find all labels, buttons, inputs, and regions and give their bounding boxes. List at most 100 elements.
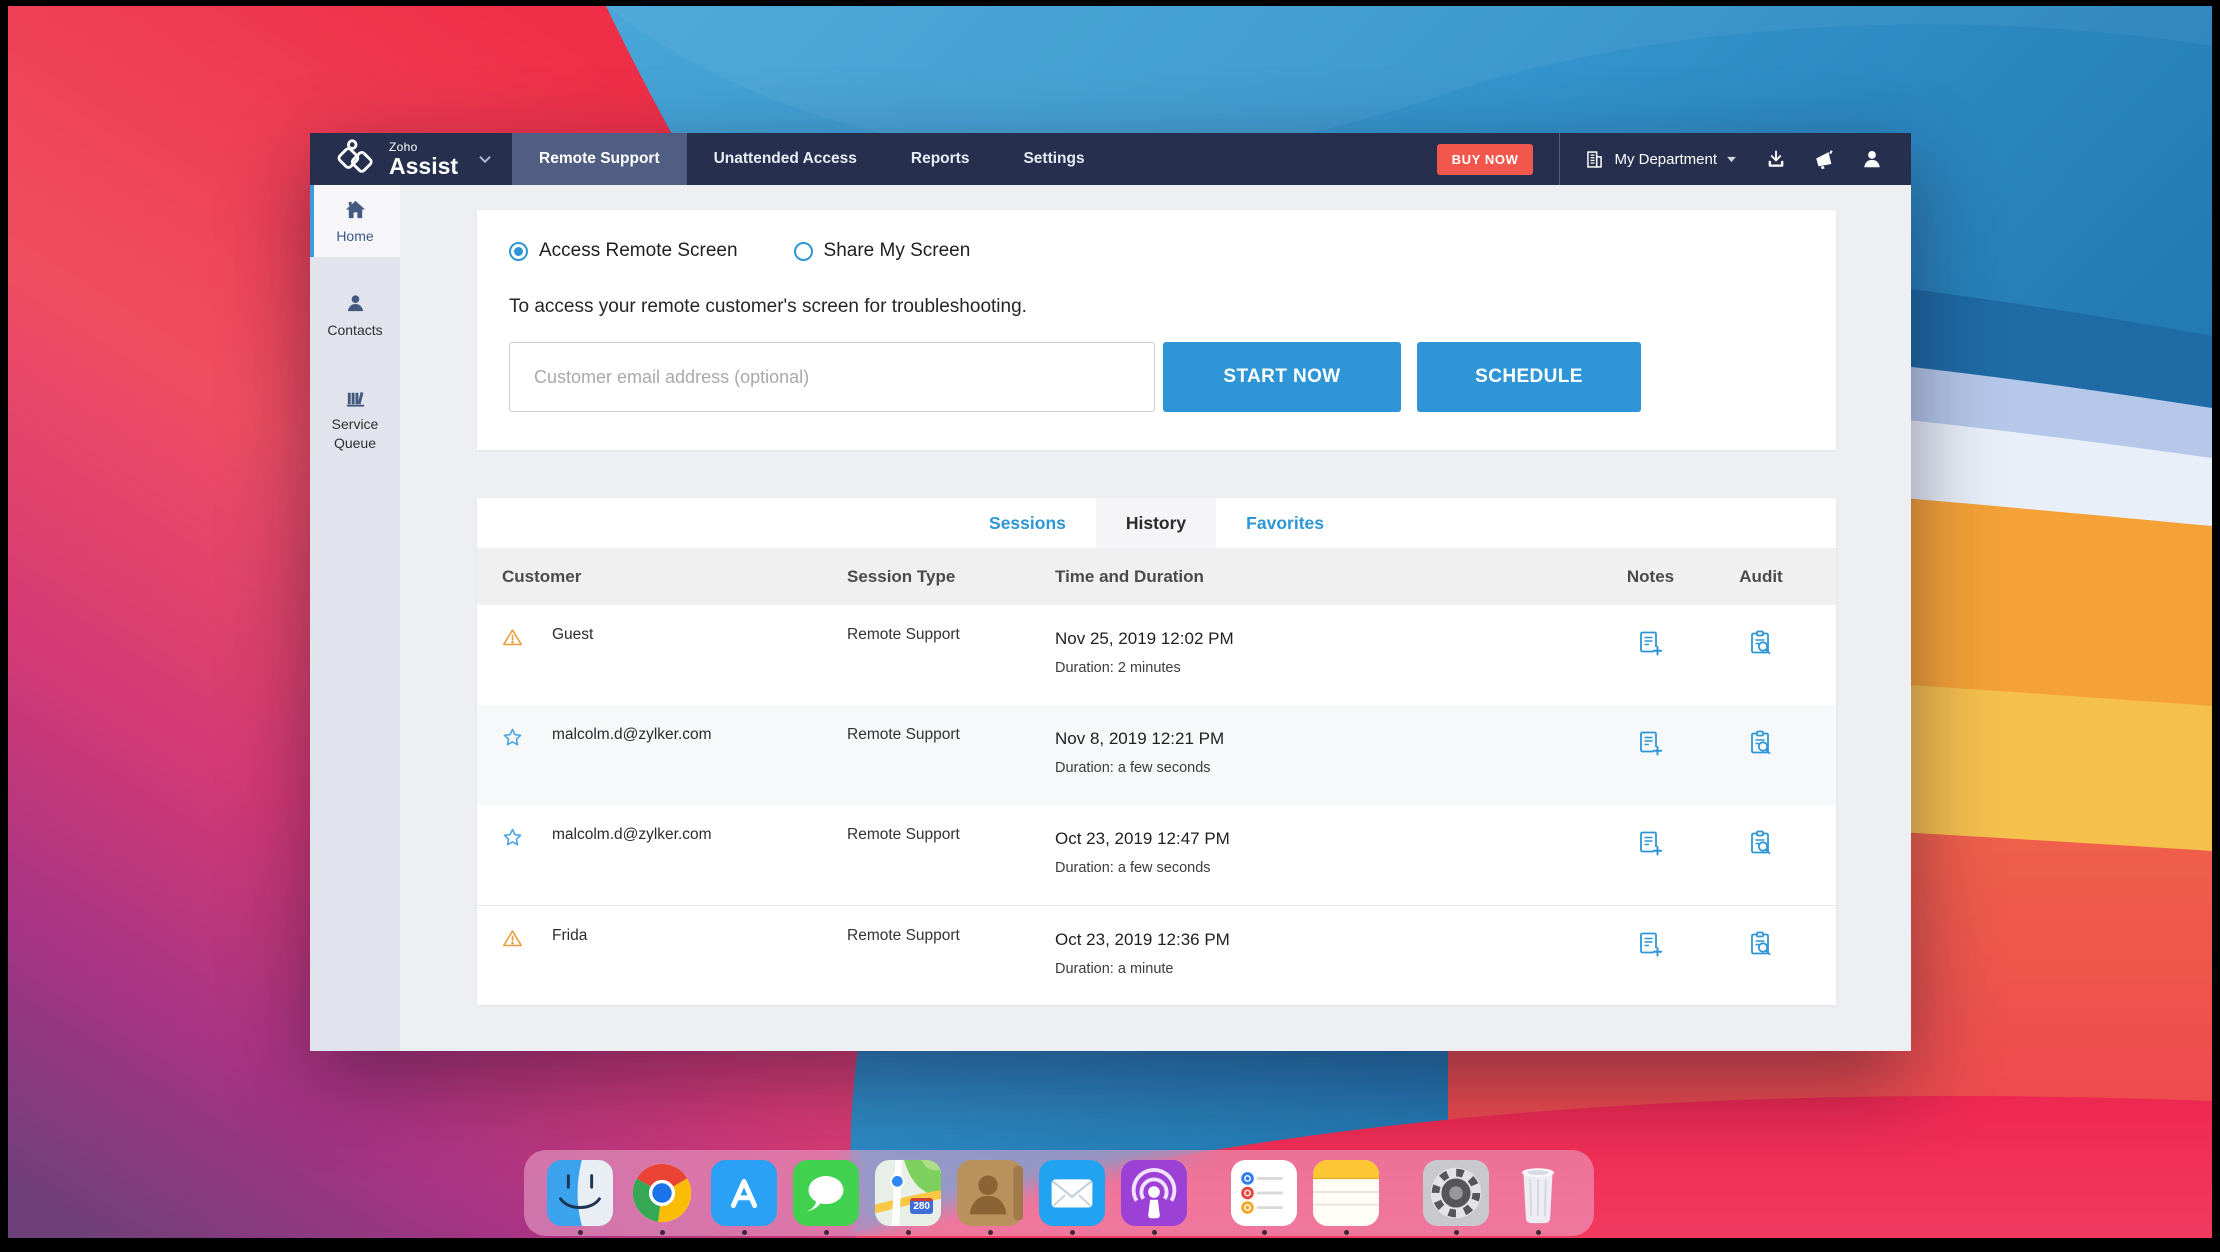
department-building-icon: [1584, 149, 1605, 170]
radio-label: Access Remote Screen: [539, 240, 738, 261]
zoho-assist-logo-icon: [336, 138, 378, 180]
app-window: Zoho Assist Remote Support Unattended Acc…: [310, 133, 1911, 1051]
session-mode-options: Access Remote Screen Share My Screen: [509, 240, 1804, 262]
dock-app-contacts[interactable]: [957, 1160, 1023, 1235]
col-customer: Customer: [502, 566, 582, 586]
table-row[interactable]: malcolm.d@zylker.com Remote Support Oct …: [477, 805, 1836, 905]
sidebar-item-contacts[interactable]: Contacts: [310, 279, 400, 351]
dock-app-mail[interactable]: [1039, 1160, 1105, 1235]
customer-status-icon: [502, 927, 552, 949]
col-session-type: Session Type: [847, 566, 956, 586]
radio-icon: [793, 241, 813, 261]
dock-app-finder[interactable]: [547, 1160, 613, 1235]
dock-app-icon: [1313, 1160, 1379, 1226]
header-right: BUY NOW My Department: [1436, 133, 1911, 185]
account-icon[interactable]: [1861, 148, 1883, 170]
session-type: Remote Support: [847, 826, 960, 843]
add-notes-icon[interactable]: [1637, 830, 1664, 857]
session-type: Remote Support: [847, 626, 960, 643]
dock-app-podcasts[interactable]: [1121, 1160, 1187, 1235]
sidebar: Home Contacts Service Queue: [310, 185, 400, 1051]
dock-app-icon: [1121, 1160, 1187, 1226]
sidebar-item-icon: [344, 198, 367, 221]
view-audit-icon[interactable]: [1748, 830, 1775, 857]
nav-remote-support[interactable]: Remote Support: [512, 133, 687, 185]
sidebar-item-label: Contacts: [327, 322, 383, 339]
session-duration: Duration: a minute: [1055, 961, 1174, 977]
sidebar-item-label: Home: [336, 228, 374, 244]
dock-app-reminders[interactable]: [1231, 1160, 1297, 1235]
add-notes-icon[interactable]: [1637, 630, 1664, 657]
nav-settings[interactable]: Settings: [996, 133, 1111, 185]
radio-share-my-screen[interactable]: Share My Screen: [793, 240, 971, 262]
customer-status-icon: [502, 826, 552, 848]
dock-app-icon: [793, 1160, 859, 1226]
dock-app-system-preferences[interactable]: [1423, 1160, 1489, 1235]
department-label: My Department: [1614, 150, 1717, 168]
sessions-tabs: Sessions History Favorites: [477, 498, 1836, 548]
dock-app-icon: [1423, 1160, 1489, 1226]
customer-status-icon: [502, 626, 552, 648]
add-notes-icon[interactable]: [1637, 931, 1664, 958]
radio-access-remote-screen[interactable]: Access Remote Screen: [509, 240, 738, 262]
session-time: Nov 25, 2019 12:02 PM: [1055, 629, 1234, 648]
tab-favorites[interactable]: Favorites: [1216, 498, 1354, 548]
dock-trash[interactable]: [1505, 1160, 1571, 1235]
view-audit-icon[interactable]: [1748, 730, 1775, 757]
department-selector[interactable]: My Department: [1584, 149, 1737, 170]
dock-app-maps[interactable]: 280: [875, 1160, 941, 1235]
col-audit: Audit: [1739, 566, 1783, 586]
buy-now-button[interactable]: BUY NOW: [1436, 143, 1534, 175]
session-duration: Duration: 2 minutes: [1055, 660, 1181, 676]
tab-history[interactable]: History: [1095, 498, 1217, 548]
radio-icon: [509, 241, 528, 261]
customer-name: malcolm.d@zylker.com: [552, 726, 712, 743]
brand-name: Zoho: [389, 139, 418, 154]
nav-unattended-access[interactable]: Unattended Access: [687, 133, 884, 185]
chevron-down-icon: [1726, 156, 1737, 163]
customer-name: Guest: [552, 626, 594, 643]
radio-label: Share My Screen: [823, 240, 971, 261]
view-audit-icon[interactable]: [1748, 630, 1775, 657]
dock-app-notes[interactable]: [1313, 1160, 1379, 1235]
customer-email-input[interactable]: [509, 342, 1155, 412]
table-row[interactable]: malcolm.d@zylker.com Remote Support Nov …: [477, 705, 1836, 805]
app-header: Zoho Assist Remote Support Unattended Acc…: [310, 133, 1911, 185]
start-now-button[interactable]: START NOW: [1163, 342, 1401, 412]
table-row[interactable]: Frida Remote Support Oct 23, 2019 12:36 …: [477, 905, 1836, 1005]
dock-app-messages[interactable]: [793, 1160, 859, 1235]
main-nav: Remote Support Unattended Access Reports Se…: [512, 133, 1112, 185]
header-divider: [1559, 133, 1561, 185]
add-notes-icon[interactable]: [1637, 730, 1664, 757]
session-duration: Duration: a few seconds: [1055, 860, 1211, 876]
launcher-description: To access your remote customer's screen …: [509, 296, 1027, 317]
schedule-button[interactable]: SCHEDULE: [1417, 342, 1641, 412]
download-icon[interactable]: [1765, 148, 1787, 170]
dock-app-icon: [629, 1160, 695, 1226]
dock: 280: [524, 1150, 1594, 1236]
nav-reports[interactable]: Reports: [884, 133, 997, 185]
tab-sessions[interactable]: Sessions: [959, 498, 1096, 548]
sidebar-item-label: Service Queue: [331, 416, 379, 451]
session-type: Remote Support: [847, 927, 960, 944]
dock-app-icon: [1231, 1160, 1297, 1226]
zoho-assist-logo[interactable]: Zoho Assist: [310, 133, 472, 185]
sidebar-item-icon: [344, 292, 367, 315]
sidebar-item-icon: [344, 386, 367, 409]
view-audit-icon[interactable]: [1748, 931, 1775, 958]
sidebar-item-home[interactable]: Home: [310, 185, 400, 258]
dock-app-icon: [875, 1160, 941, 1226]
launch-form: START NOW SCHEDULE: [509, 342, 1804, 412]
dock-app-chrome[interactable]: [629, 1160, 695, 1235]
customer-status-icon: [502, 726, 552, 748]
sessions-card: Sessions History Favorites Customer Sessio…: [477, 498, 1836, 1005]
announcements-icon[interactable]: [1813, 148, 1835, 170]
col-time-duration: Time and Duration: [1055, 566, 1204, 586]
table-body: Guest Remote Support Nov 25, 2019 12:02 …: [477, 605, 1836, 1005]
dock-app-app-store[interactable]: [711, 1160, 777, 1235]
app-switcher-chevron[interactable]: [472, 133, 512, 185]
sidebar-item-service-queue[interactable]: Service Queue: [310, 373, 400, 463]
dock-app-icon: [711, 1160, 777, 1226]
desktop: Zoho Assist Remote Support Unattended Acc…: [8, 6, 2212, 1238]
table-row[interactable]: Guest Remote Support Nov 25, 2019 12:02 …: [477, 605, 1836, 705]
